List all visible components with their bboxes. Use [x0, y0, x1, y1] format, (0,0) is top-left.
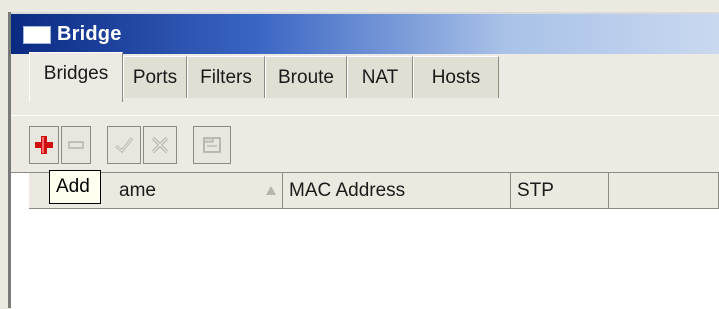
window-icon	[23, 26, 51, 44]
sort-ascending-icon	[266, 186, 276, 195]
add-tooltip: Add	[49, 170, 101, 204]
toolbar	[11, 116, 719, 172]
window-title: Bridge	[57, 23, 122, 45]
column-header-extra[interactable]	[609, 173, 719, 209]
disable-button[interactable]	[143, 126, 177, 164]
tab-bar: Bridges Ports Filters Broute NAT Hosts	[11, 52, 719, 116]
tab-ports[interactable]: Ports	[123, 56, 187, 98]
bridge-window: Bridge Bridges Ports Filters Broute NAT …	[11, 12, 719, 309]
remove-button[interactable]	[61, 126, 91, 164]
tab-filters[interactable]: Filters	[187, 56, 265, 98]
minus-icon	[66, 135, 86, 155]
plus-icon	[34, 135, 54, 155]
column-header-label: ame	[119, 180, 156, 201]
screen-frame: Bridge Bridges Ports Filters Broute NAT …	[0, 0, 719, 309]
comment-button[interactable]	[193, 126, 231, 164]
add-button[interactable]	[29, 126, 59, 164]
title-bar[interactable]: Bridge	[11, 12, 719, 54]
bridges-table[interactable]: ame MAC Address STP	[11, 172, 719, 309]
tab-hosts[interactable]: Hosts	[413, 56, 499, 98]
check-icon	[113, 134, 135, 156]
enable-button[interactable]	[107, 126, 141, 164]
tab-broute[interactable]: Broute	[265, 56, 347, 98]
comment-icon	[200, 134, 224, 156]
cross-icon	[149, 134, 171, 156]
tab-nat[interactable]: NAT	[347, 56, 413, 98]
column-header-mac-address[interactable]: MAC Address	[283, 173, 511, 209]
tab-bridges[interactable]: Bridges	[29, 52, 123, 102]
column-header-stp[interactable]: STP	[511, 173, 609, 209]
